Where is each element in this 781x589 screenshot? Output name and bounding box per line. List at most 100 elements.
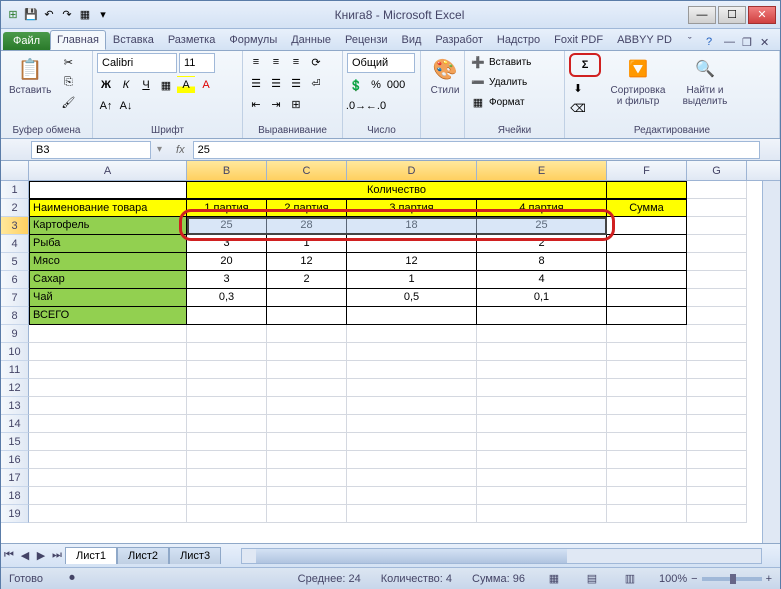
tab-разработ[interactable]: Разработ (428, 30, 489, 50)
cell-F5[interactable] (607, 253, 687, 271)
row-header-10[interactable]: 10 (1, 343, 29, 361)
tab-рецензи[interactable]: Рецензи (338, 30, 395, 50)
cell-C15[interactable] (267, 433, 347, 451)
cell-D4[interactable] (347, 235, 477, 253)
window-min-icon[interactable]: — (724, 36, 738, 50)
row-header-5[interactable]: 5 (1, 253, 29, 271)
cell-A5[interactable]: Мясо (29, 253, 187, 271)
maximize-button[interactable]: ☐ (718, 6, 746, 24)
column-header-B[interactable]: B (187, 161, 267, 180)
cell-G18[interactable] (687, 487, 747, 505)
cell-F17[interactable] (607, 469, 687, 487)
column-header-C[interactable]: C (267, 161, 347, 180)
row-header-11[interactable]: 11 (1, 361, 29, 379)
vertical-scrollbar[interactable] (762, 181, 780, 543)
excel-icon[interactable]: ⊞ (5, 7, 21, 23)
cell-G4[interactable] (687, 235, 747, 253)
cell-G13[interactable] (687, 397, 747, 415)
first-sheet-icon[interactable]: ⏮ (1, 549, 17, 562)
cell-B4[interactable]: 3 (187, 235, 267, 253)
cell-B3[interactable]: 25 (187, 217, 267, 235)
cell-C4[interactable]: 1 (267, 235, 347, 253)
cell-G14[interactable] (687, 415, 747, 433)
macro-record-icon[interactable]: ⏺ (63, 570, 81, 588)
cell-D17[interactable] (347, 469, 477, 487)
cell-D19[interactable] (347, 505, 477, 523)
align-bot-icon[interactable]: ≡ (287, 53, 305, 71)
insert-cells-button[interactable]: ➕Вставить (469, 53, 531, 71)
help-icon[interactable]: ? (706, 36, 720, 50)
format-painter-icon[interactable]: 🖌 (59, 93, 77, 111)
prev-sheet-icon[interactable]: ◀ (17, 549, 33, 562)
cell-A3[interactable]: Картофель (29, 217, 187, 235)
cell-G1[interactable] (687, 181, 747, 199)
ribbon-minimize-icon[interactable]: ˇ (688, 36, 702, 50)
cell-D8[interactable] (347, 307, 477, 325)
cell-A11[interactable] (29, 361, 187, 379)
cell-F18[interactable] (607, 487, 687, 505)
inc-decimal-icon[interactable]: .0→ (347, 97, 365, 115)
cell-C7[interactable] (267, 289, 347, 307)
cell-E7[interactable]: 0,1 (477, 289, 607, 307)
cell-B8[interactable] (187, 307, 267, 325)
zoom-slider[interactable] (702, 577, 762, 581)
row-header-6[interactable]: 6 (1, 271, 29, 289)
cell-B7[interactable]: 0,3 (187, 289, 267, 307)
sheet-tab-Лист1[interactable]: Лист1 (65, 547, 117, 564)
qat-icon[interactable]: ▦ (77, 7, 93, 23)
minimize-button[interactable]: — (688, 6, 716, 24)
cut-icon[interactable]: ✂ (59, 53, 77, 71)
row-header-18[interactable]: 18 (1, 487, 29, 505)
row-header-12[interactable]: 12 (1, 379, 29, 397)
cell-D14[interactable] (347, 415, 477, 433)
cell-E4[interactable]: 2 (477, 235, 607, 253)
cell-A2[interactable]: Наименование товара (29, 199, 187, 217)
copy-icon[interactable]: ⎘ (59, 73, 77, 91)
row-header-7[interactable]: 7 (1, 289, 29, 307)
autosum-button[interactable]: Σ (573, 56, 597, 74)
cell-B17[interactable] (187, 469, 267, 487)
cell-G10[interactable] (687, 343, 747, 361)
cell-B15[interactable] (187, 433, 267, 451)
cell-D16[interactable] (347, 451, 477, 469)
indent-inc-icon[interactable]: ⇥ (267, 95, 285, 113)
horizontal-scrollbar[interactable] (241, 548, 762, 564)
orient-icon[interactable]: ⟳ (307, 53, 325, 71)
cell-D9[interactable] (347, 325, 477, 343)
formula-input[interactable]: 25 (193, 141, 760, 159)
cell-A19[interactable] (29, 505, 187, 523)
cell-E18[interactable] (477, 487, 607, 505)
cell-C10[interactable] (267, 343, 347, 361)
cell-G8[interactable] (687, 307, 747, 325)
cell-C8[interactable] (267, 307, 347, 325)
italic-button[interactable]: К (117, 76, 135, 94)
cell-G15[interactable] (687, 433, 747, 451)
cell-F6[interactable] (607, 271, 687, 289)
cell-G2[interactable] (687, 199, 747, 217)
cell-E2[interactable]: 4 партия (477, 199, 607, 217)
decrease-font-icon[interactable]: A↓ (117, 97, 135, 115)
cell-F13[interactable] (607, 397, 687, 415)
cell-A8[interactable]: ВСЕГО (29, 307, 187, 325)
number-format-combo[interactable]: Общий (347, 53, 415, 73)
cell-F15[interactable] (607, 433, 687, 451)
cell-C2[interactable]: 2 партия (267, 199, 347, 217)
align-left-icon[interactable]: ☰ (247, 74, 265, 92)
cell-D13[interactable] (347, 397, 477, 415)
cell-A18[interactable] (29, 487, 187, 505)
cell-G11[interactable] (687, 361, 747, 379)
row-header-8[interactable]: 8 (1, 307, 29, 325)
tab-главная[interactable]: Главная (50, 30, 106, 50)
cell-F7[interactable] (607, 289, 687, 307)
cell-C19[interactable] (267, 505, 347, 523)
font-color-icon[interactable]: A (197, 76, 215, 94)
percent-icon[interactable]: % (367, 76, 385, 94)
cell-F14[interactable] (607, 415, 687, 433)
font-name-combo[interactable]: Calibri (97, 53, 177, 73)
cell-D10[interactable] (347, 343, 477, 361)
column-header-D[interactable]: D (347, 161, 477, 180)
row-header-13[interactable]: 13 (1, 397, 29, 415)
cell-G5[interactable] (687, 253, 747, 271)
cell-C13[interactable] (267, 397, 347, 415)
cell-F19[interactable] (607, 505, 687, 523)
